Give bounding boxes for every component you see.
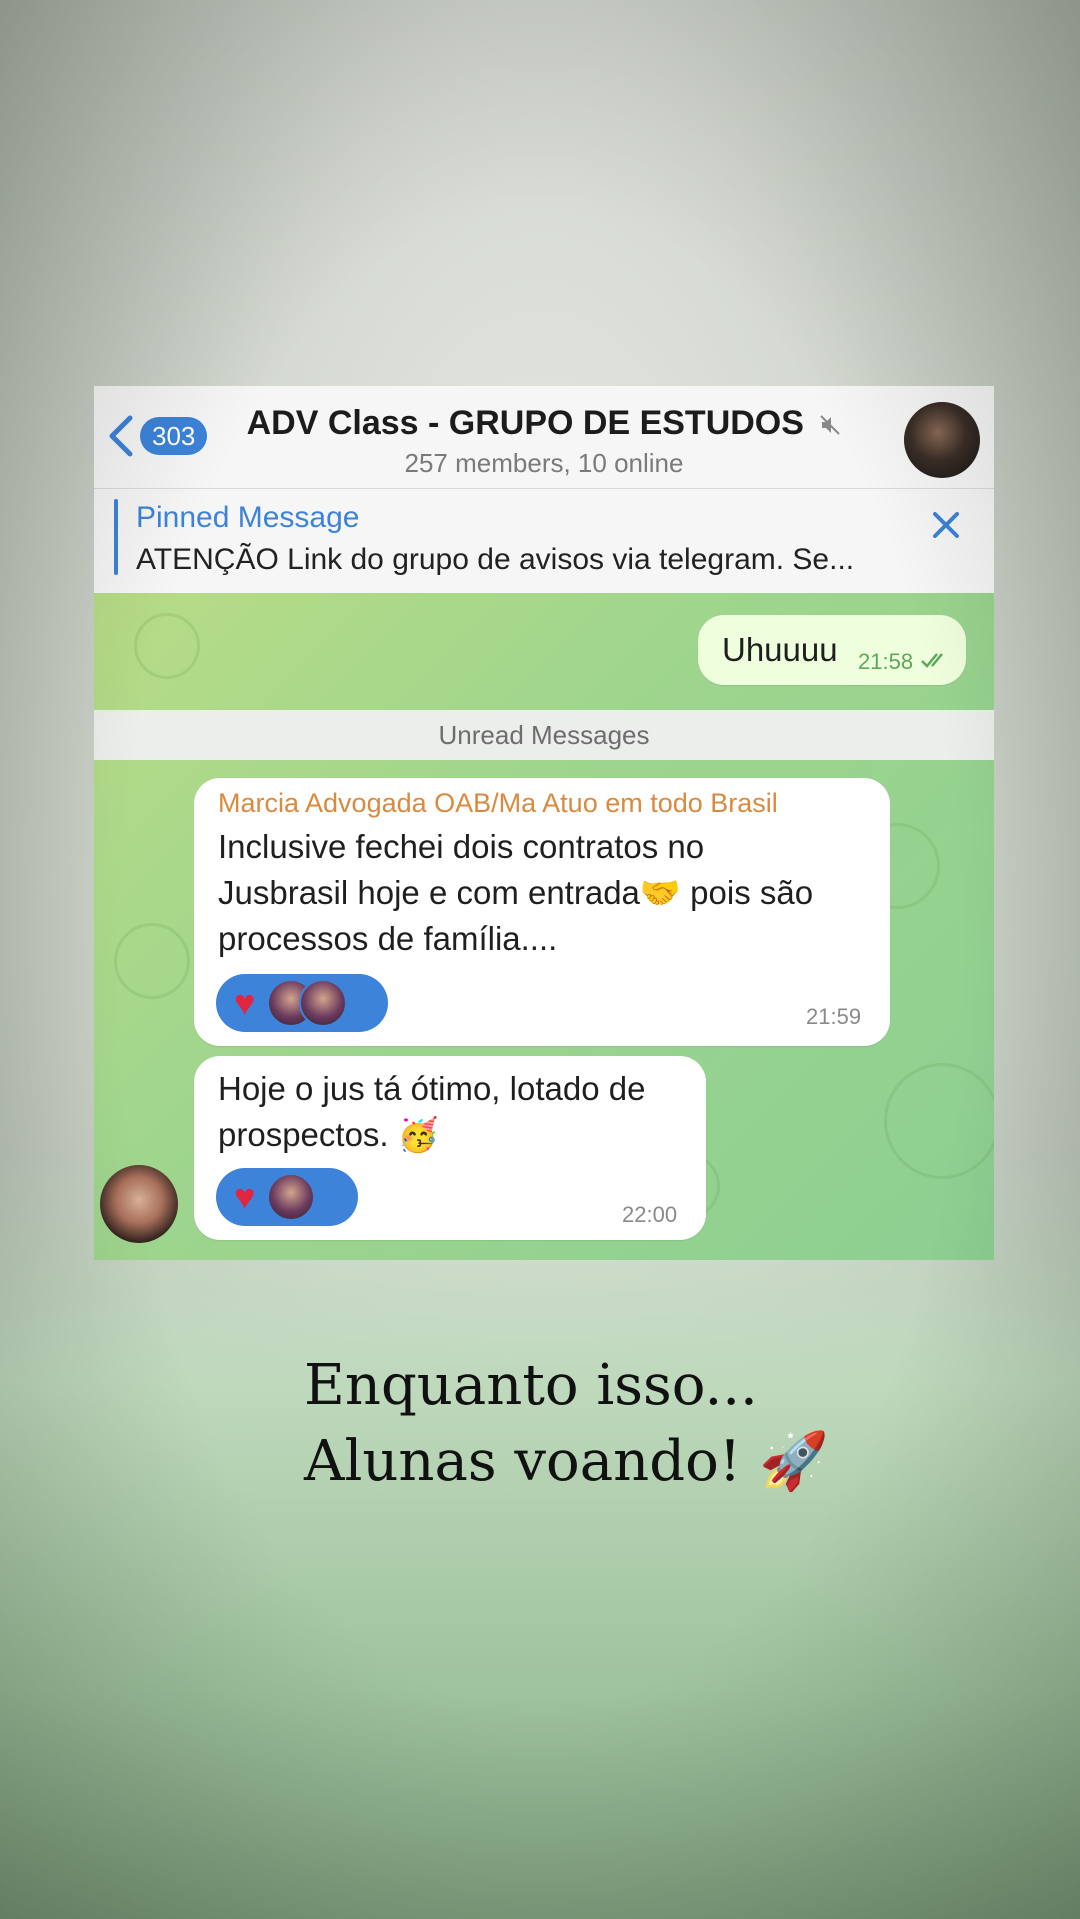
read-checkmarks-icon	[921, 653, 943, 668]
pinned-text: ATENÇÃO Link do grupo de avisos via tele…	[136, 543, 855, 576]
message-line: Jusbrasil hoje e com entrada🤝 pois são	[218, 874, 814, 911]
sender-name[interactable]: Marcia Advogada OAB/Ma Atuo em todo Bras…	[218, 788, 778, 819]
unread-separator: Unread Messages	[94, 710, 994, 760]
wallpaper-doodle	[134, 613, 200, 679]
pinned-indicator	[114, 499, 118, 575]
message-time: 21:58	[858, 649, 914, 674]
heart-icon: ♥	[234, 982, 256, 1023]
caption-line: Enquanto isso...	[304, 1353, 758, 1418]
message-line: prospectos. 🥳	[218, 1116, 439, 1153]
background-gradient	[0, 1150, 1080, 1919]
message-line: processos de família....	[218, 920, 558, 957]
reactor-avatar	[267, 1173, 316, 1221]
message-line: Inclusive fechei dois contratos no	[218, 828, 705, 865]
pinned-title: Pinned Message	[136, 501, 360, 534]
pinned-message-bar[interactable]: Pinned Message ATENÇÃO Link do grupo de …	[94, 489, 994, 593]
message-line: Hoje o jus tá ótimo, lotado de	[218, 1070, 646, 1107]
message-text: Uhuuuu	[722, 631, 838, 668]
caption-line: Alunas voando! 🚀	[304, 1429, 829, 1494]
reaction-pill[interactable]: ♥	[216, 1168, 358, 1226]
group-avatar[interactable]	[904, 402, 980, 478]
chat-title[interactable]: ADV Class - GRUPO DE ESTUDOS	[94, 404, 994, 443]
chat-area: Uhuuuu 21:58 Unread Messages Marcia Advo…	[94, 593, 994, 1260]
reaction-pill[interactable]: ♥	[216, 974, 388, 1032]
message-time: 21:59	[806, 1004, 862, 1029]
outgoing-message[interactable]: Uhuuuu 21:58	[698, 615, 966, 685]
chat-title-text: ADV Class - GRUPO DE ESTUDOS	[246, 404, 804, 442]
chat-screenshot: 303 ADV Class - GRUPO DE ESTUDOS 257 mem…	[94, 386, 994, 1260]
wallpaper-doodle	[884, 1063, 994, 1179]
story-caption: Enquanto isso... Alunas voando! 🚀	[304, 1348, 829, 1500]
reactor-avatar	[299, 979, 348, 1027]
muted-icon	[820, 415, 841, 435]
chat-header: 303 ADV Class - GRUPO DE ESTUDOS 257 mem…	[94, 386, 994, 489]
sender-avatar[interactable]	[100, 1165, 178, 1243]
incoming-message[interactable]: Marcia Advogada OAB/Ma Atuo em todo Bras…	[194, 778, 890, 1046]
wallpaper-doodle	[114, 923, 190, 999]
message-time: 22:00	[622, 1202, 678, 1227]
incoming-message[interactable]: Hoje o jus tá ótimo, lotado de prospecto…	[194, 1056, 706, 1240]
heart-icon: ♥	[234, 1176, 256, 1217]
member-count: 257 members, 10 online	[404, 448, 684, 478]
close-icon[interactable]	[932, 511, 960, 539]
